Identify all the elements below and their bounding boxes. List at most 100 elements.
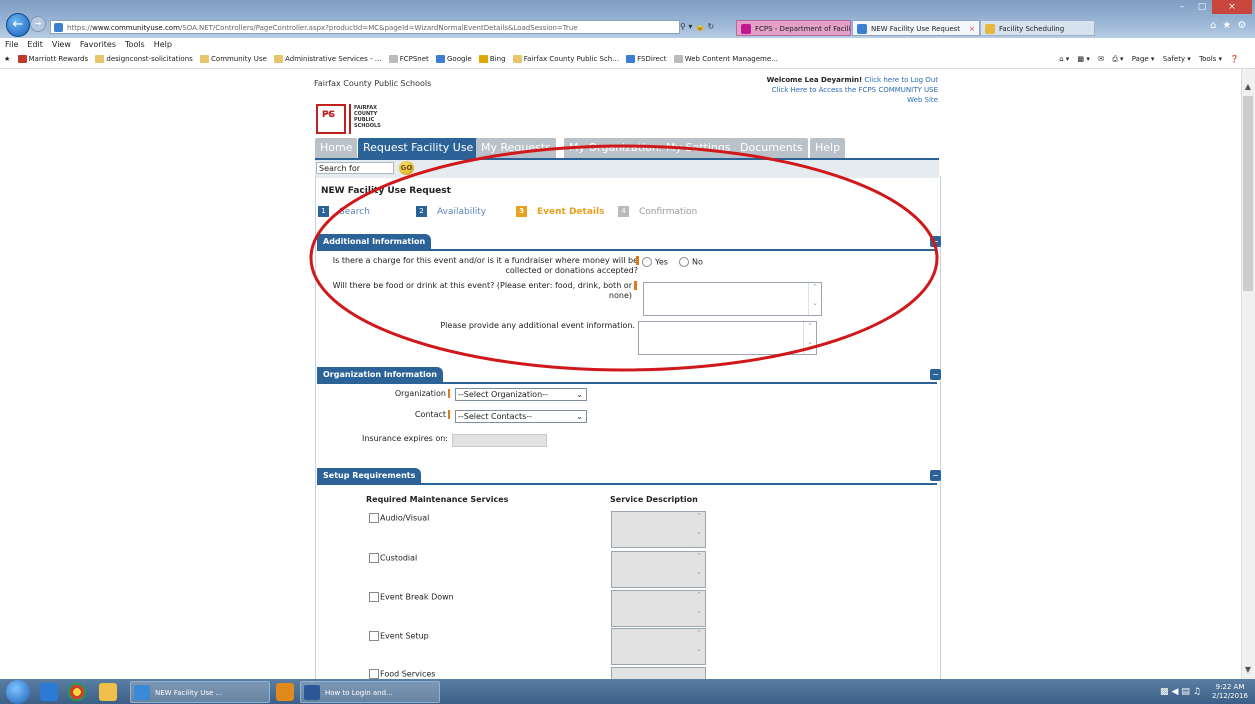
favorite-label: Marriott Rewards <box>28 55 89 63</box>
command-bar: ⌂ ▾ ▩ ▾ ✉ ⎙ ▾ Page ▾ Safety ▾ Tools ▾ ❓ <box>1053 51 1239 68</box>
favorites-star-icon[interactable]: ★ <box>4 51 10 68</box>
service-audio-visual[interactable]: Audio/Visual <box>369 513 429 523</box>
browser-tab-facility-scheduling[interactable]: Facility Scheduling <box>980 20 1095 36</box>
window-controls: – □ × <box>1172 0 1255 16</box>
page-menu[interactable]: Page ▾ <box>1132 55 1155 63</box>
browser-toolbar-icons[interactable]: ⌂★⚙ <box>1210 20 1255 34</box>
textarea-scrollbar: ⌃ ⌄ <box>692 512 705 547</box>
ie-icon <box>134 685 150 700</box>
favorite-fcpsnet[interactable]: FCPSnet <box>388 51 429 68</box>
help-icon[interactable]: ❓ <box>1230 55 1239 63</box>
favorite-marriott[interactable]: Marriott Rewards <box>17 51 89 68</box>
tab-label: NEW Facility Use Request <box>871 25 961 33</box>
checkbox[interactable] <box>369 631 379 641</box>
back-button[interactable]: ← <box>6 13 30 37</box>
favorite-community-use[interactable]: Community Use <box>200 51 267 68</box>
maximize-button[interactable]: □ <box>1192 0 1212 14</box>
close-window-button[interactable]: × <box>1212 0 1252 14</box>
menu-favorites[interactable]: Favorites <box>80 40 116 49</box>
favorite-label: Bing <box>489 55 506 63</box>
checkbox[interactable] <box>369 513 379 523</box>
community-use-link[interactable]: Click Here to Access the FCPS COMMUNITY … <box>760 85 938 105</box>
service-event-setup[interactable]: Event Setup <box>369 631 429 641</box>
menu-help[interactable]: Help <box>154 40 172 49</box>
favorite-designconst[interactable]: designconst-solicitations <box>95 51 193 68</box>
file-explorer-icon[interactable] <box>99 683 117 701</box>
browser-tab-fcps-facilities[interactable]: FCPS - Department of Facilities... <box>736 20 851 36</box>
scroll-down-icon[interactable]: ▼ <box>1243 665 1253 675</box>
url-path: /SOA.NET/Controllers/PageController.aspx… <box>179 24 578 32</box>
folder-icon <box>200 55 210 63</box>
checkbox[interactable] <box>369 553 379 563</box>
chrome-icon[interactable] <box>68 683 86 701</box>
checkbox[interactable] <box>369 669 379 679</box>
annotation-ellipse <box>309 144 939 372</box>
scrollbar-thumb[interactable] <box>1243 96 1253 291</box>
favorite-label: designconst-solicitations <box>106 55 193 63</box>
menu-view[interactable]: View <box>52 40 71 49</box>
maintenance-col-header: Required Maintenance Services <box>366 495 509 504</box>
tools-menu[interactable]: Tools ▾ <box>1199 55 1222 63</box>
address-tools[interactable]: ⚲ ▾ 🔒 ↻ <box>680 20 730 34</box>
org-name: Fairfax County Public Schools <box>314 79 432 88</box>
task-new-facility-use[interactable]: NEW Facility Use ... <box>130 681 270 703</box>
menu-tools[interactable]: Tools <box>125 40 145 49</box>
favorite-icon <box>17 55 27 63</box>
service-food-services[interactable]: Food Services <box>369 669 435 679</box>
favorite-fsdirect[interactable]: FSDirect <box>626 51 666 68</box>
task-label: NEW Facility Use ... <box>155 689 223 697</box>
service-description-textarea: ⌃ ⌄ <box>611 590 706 627</box>
start-button[interactable] <box>6 680 30 704</box>
address-bar[interactable]: https://www.communityuse.com/SOA.NET/Con… <box>50 20 680 34</box>
word-icon <box>304 685 320 700</box>
favorite-web-content[interactable]: Web Content Manageme... <box>673 51 778 68</box>
service-label: Event Setup <box>380 631 429 641</box>
mail-icon[interactable]: ✉ <box>1098 55 1104 63</box>
minimize-button[interactable]: – <box>1172 0 1192 14</box>
task-how-to-login[interactable]: How to Login and... <box>300 681 440 703</box>
service-description-textarea: ⌃ ⌄ <box>611 511 706 548</box>
taskbar-clock[interactable]: 9:22 AM 2/12/2016 <box>1210 683 1250 701</box>
bing-icon <box>478 55 488 63</box>
menu-edit[interactable]: Edit <box>27 40 43 49</box>
service-custodial[interactable]: Custodial <box>369 553 417 563</box>
logout-link[interactable]: Click here to Log Out <box>864 76 938 84</box>
required-marker <box>448 389 450 398</box>
favorite-admin-services[interactable]: Administrative Services - ... <box>274 51 381 68</box>
favorite-google[interactable]: Google <box>436 51 472 68</box>
setup-requirements-header: Setup Requirements − <box>317 468 941 485</box>
google-icon <box>436 55 445 63</box>
menu-file[interactable]: File <box>5 40 18 49</box>
favorite-bing[interactable]: Bing <box>478 51 506 68</box>
safety-menu[interactable]: Safety ▾ <box>1163 55 1191 63</box>
service-label: Custodial <box>380 553 418 563</box>
chevron-down-icon: ⌄ <box>576 390 583 399</box>
outlook-icon[interactable] <box>276 683 294 701</box>
contact-select[interactable]: --Select Contacts-- ⌄ <box>455 410 587 423</box>
feeds-icon[interactable]: ▩ ▾ <box>1077 55 1089 63</box>
url-prefix: https:// <box>67 24 93 32</box>
favorite-label: FCPSnet <box>399 55 429 63</box>
close-tab-icon[interactable]: × <box>969 21 975 35</box>
clock-date: 2/12/2016 <box>1212 692 1248 700</box>
service-event-break-down[interactable]: Event Break Down <box>369 592 454 602</box>
favorite-icon <box>626 55 636 63</box>
home-icon[interactable]: ⌂ ▾ <box>1059 55 1069 63</box>
collapse-icon[interactable]: − <box>930 470 941 481</box>
organization-select[interactable]: --Select Organization-- ⌄ <box>455 388 587 401</box>
favorite-label: Community Use <box>211 55 267 63</box>
scroll-up-icon[interactable]: ▲ <box>1243 82 1253 92</box>
forward-button[interactable]: → <box>30 16 46 32</box>
service-desc-col-header: Service Description <box>610 495 698 504</box>
favorite-fairfax[interactable]: Fairfax County Public Sch... <box>512 51 619 68</box>
tab-favicon <box>741 24 751 34</box>
media-player-icon[interactable] <box>40 683 58 701</box>
fcps-logo: FC PS FAIRFAX COUNTY PUBLIC SCHOOLS <box>316 102 414 136</box>
tab-label: FCPS - Department of Facilities... <box>755 25 851 33</box>
print-icon[interactable]: ⎙ ▾ <box>1112 55 1123 63</box>
checkbox[interactable] <box>369 592 379 602</box>
folder-icon <box>95 55 105 63</box>
browser-tab-new-facility[interactable]: NEW Facility Use Request × <box>852 20 980 36</box>
system-tray[interactable]: ▩◀▤♫ <box>1160 687 1205 697</box>
logo-words: FAIRFAX COUNTY PUBLIC SCHOOLS <box>354 105 381 129</box>
